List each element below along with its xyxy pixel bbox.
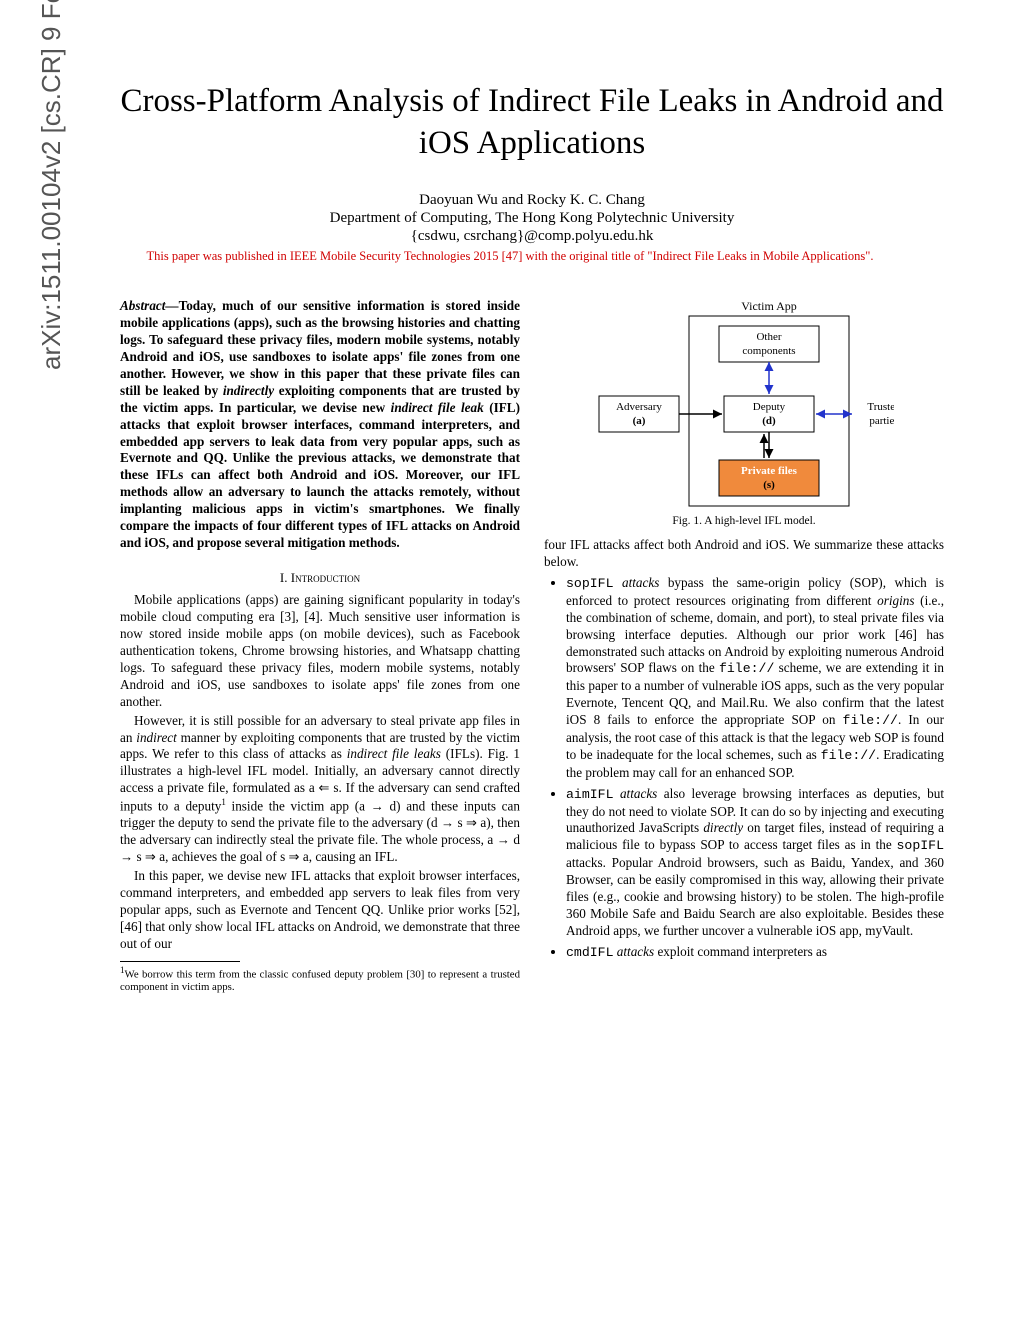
- publication-note: This paper was published in IEEE Mobile …: [76, 249, 944, 264]
- right-column: Victim App Other components Deputy (d) P…: [544, 298, 944, 994]
- authors: Daoyuan Wu and Rocky K. C. Chang: [120, 192, 944, 209]
- fig-adversary-sub: (a): [633, 415, 646, 427]
- intro-p2-ifl: indirect file leaks: [347, 746, 441, 761]
- abstract-italic-2: indirect file leak: [391, 400, 484, 415]
- paper-title: Cross-Platform Analysis of Indirect File…: [120, 80, 944, 164]
- fig-deputy-label: Deputy: [753, 401, 786, 413]
- bullet2-directly: directly: [703, 820, 743, 835]
- intro-paragraph-3: In this paper, we devise new IFL attacks…: [120, 868, 520, 952]
- paper-page: Cross-Platform Analysis of Indirect File…: [0, 0, 1020, 1034]
- bullet-aimifl: aimIFL attacks also leverage browsing in…: [566, 786, 944, 940]
- bullet3-name: cmdIFL: [566, 945, 613, 960]
- figure-1: Victim App Other components Deputy (d) P…: [584, 298, 904, 529]
- ifl-model-diagram: Victim App Other components Deputy (d) P…: [594, 298, 894, 508]
- abstract: Abstract—Today, much of our sensitive in…: [120, 298, 520, 551]
- abstract-label: Abstract—: [120, 298, 179, 313]
- fig-other-components-l2: components: [742, 345, 795, 357]
- intro-p2-indirect: indirect: [136, 730, 177, 745]
- bullet1-file1: file://: [719, 661, 774, 676]
- bullet-cmdifl: cmdIFL attacks exploit command interpret…: [566, 944, 944, 962]
- email: {csdwu, csrchang}@comp.polyu.edu.hk: [120, 228, 944, 245]
- fig-deputy-sub: (d): [762, 415, 776, 427]
- bullet2-name: aimIFL: [566, 787, 613, 802]
- fig-private-files-label: Private files: [741, 465, 798, 477]
- abstract-text-3: (IFL) attacks that exploit browser inter…: [120, 400, 520, 550]
- bullet1-file3: file://: [821, 748, 876, 763]
- footnote-1-text: We borrow this term from the classic con…: [120, 968, 520, 993]
- bullet2-d: attacks. Popular Android browsers, such …: [566, 855, 944, 938]
- bullet1-origins: origins: [877, 593, 914, 608]
- bullet2-sop: sopIFL: [897, 838, 944, 853]
- bullet1-file2: file://: [843, 713, 898, 728]
- abstract-italic-1: indirectly: [223, 383, 274, 398]
- attack-list: sopIFL attacks bypass the same-origin po…: [544, 575, 944, 962]
- fig-other-components-l1: Other: [756, 331, 781, 343]
- left-column: Abstract—Today, much of our sensitive in…: [120, 298, 520, 994]
- bullet1-name: sopIFL: [566, 576, 613, 591]
- bullet3-attacks: attacks: [613, 944, 654, 959]
- footnote-separator: [120, 961, 240, 962]
- bullet3-b: exploit command interpreters as: [654, 944, 827, 959]
- fig-adversary-label: Adversary: [616, 401, 662, 413]
- fig-trusted-label: Trusted: [867, 401, 894, 413]
- affiliation: Department of Computing, The Hong Kong P…: [120, 210, 944, 227]
- bullet2-attacks: attacks: [613, 786, 657, 801]
- intro-paragraph-2: However, it is still possible for an adv…: [120, 713, 520, 866]
- section-1-heading: I. Introduction: [120, 570, 520, 587]
- col2-lead: four IFL attacks affect both Android and…: [544, 537, 944, 571]
- figure-1-caption: Fig. 1. A high-level IFL model.: [584, 514, 904, 529]
- fig-private-files-sub: (s): [763, 479, 775, 491]
- bullet-sopifl: sopIFL attacks bypass the same-origin po…: [566, 575, 944, 782]
- footnote-1: 1We borrow this term from the classic co…: [120, 965, 520, 995]
- fig-trusted-sub: parties: [869, 415, 894, 427]
- fig-victim-app-label: Victim App: [741, 299, 797, 313]
- intro-paragraph-1: Mobile applications (apps) are gaining s…: [120, 592, 520, 710]
- bullet1-attacks: attacks: [613, 575, 659, 590]
